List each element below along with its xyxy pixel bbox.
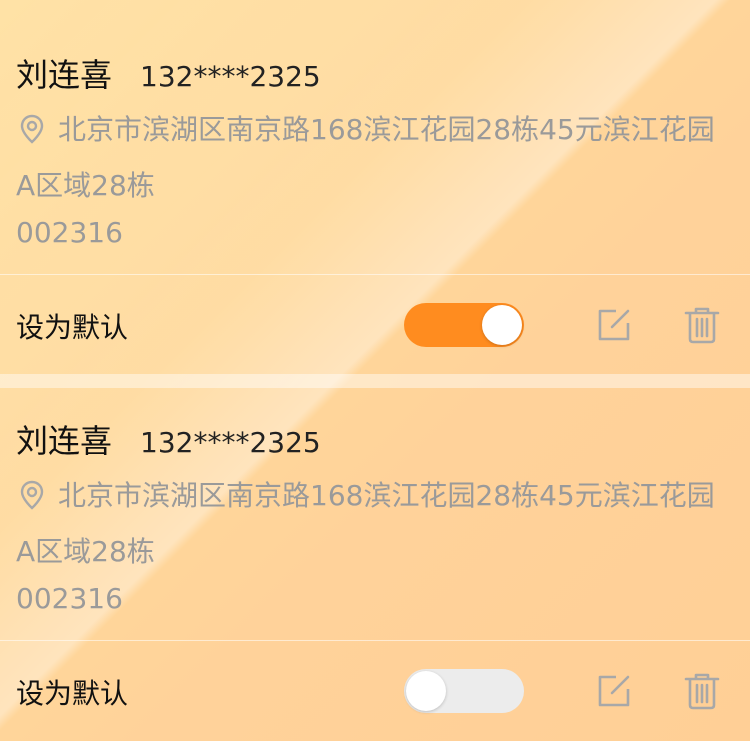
edit-icon[interactable] — [594, 671, 634, 711]
card-separator — [0, 374, 750, 388]
contact-name: 刘连喜 — [16, 422, 113, 460]
set-default-label: 设为默认 — [16, 677, 129, 710]
contact-row: 刘连喜 132****2325 — [16, 416, 321, 462]
address-card[interactable]: 刘连喜 132****2325 北京市滨湖区南京路168滨江花园28栋45元滨江… — [0, 0, 750, 713]
location-pin-icon — [16, 474, 48, 510]
address-text: 北京市滨湖区南京路168滨江花园28栋45元滨江花园A区域28栋 — [16, 479, 715, 568]
divider — [0, 640, 750, 641]
contact-phone: 132****2325 — [140, 426, 321, 459]
address-text-block: 北京市滨湖区南京路168滨江花园28栋45元滨江花园A区域28栋 — [16, 468, 731, 580]
toggle-knob — [406, 671, 446, 711]
default-toggle[interactable] — [404, 669, 524, 713]
zip-code: 002316 — [16, 582, 123, 615]
trash-icon[interactable] — [682, 671, 722, 711]
